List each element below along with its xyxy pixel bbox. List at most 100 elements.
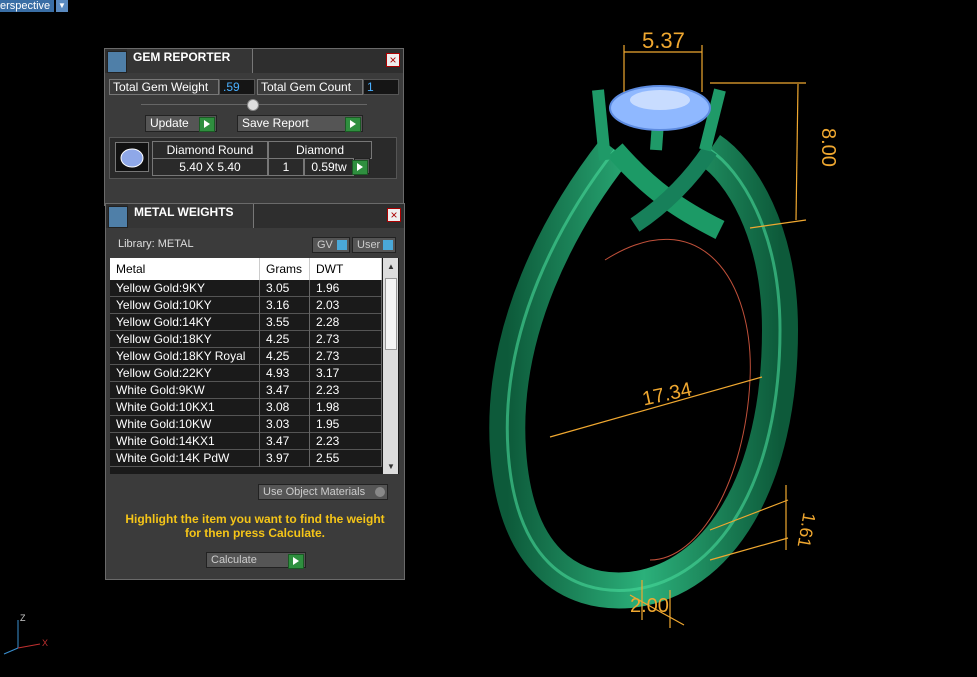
splitter-handle[interactable] [247,99,259,111]
play-icon [288,554,304,569]
dwt-value: 1.95 [310,416,382,433]
gem-weight[interactable]: 0.59tw [304,158,354,176]
table-row[interactable]: White Gold:9KW 3.47 2.23 [110,382,382,399]
total-gem-weight-label: Total Gem Weight [109,79,219,95]
grams-value: 3.03 [260,416,310,433]
ring-render: 5.37 8.00 17.34 1.61 2.00 [489,28,839,628]
scroll-down-icon[interactable]: ▼ [387,462,395,471]
calculate-button[interactable]: Calculate [206,552,306,569]
metal-table: Metal Grams DWT Yellow Gold:9KY 3.05 1.96 Y… [110,258,399,474]
grams-value: 4.25 [260,331,310,348]
metal-name: Yellow Gold:22KY [110,365,260,382]
dwt-value: 1.96 [310,280,382,297]
dimension-top-width: 5.37 [642,28,685,53]
metal-weights-panel: METAL WEIGHTS × Library: METAL GV User M… [105,203,405,580]
metal-name: White Gold:9KW [110,382,260,399]
total-gem-count-field[interactable]: 1 [363,79,399,95]
dimension-height: 8.00 [817,128,839,167]
dwt-value: 2.03 [310,297,382,314]
column-header-grams[interactable]: Grams [260,258,310,280]
dwt-value: 3.17 [310,365,382,382]
metal-name: White Gold:14K PdW [110,450,260,467]
dimension-band-width: 2.00 [630,595,669,617]
metal-name: Yellow Gold:10KY [110,297,260,314]
dwt-value: 2.28 [310,314,382,331]
table-row[interactable]: White Gold:10KW 3.03 1.95 [110,416,382,433]
gem-name[interactable]: Diamond Round [152,141,268,159]
total-gem-count-label: Total Gem Count [257,79,363,95]
close-icon[interactable]: × [386,53,400,67]
dwt-value: 2.55 [310,450,382,467]
gem-material[interactable]: Diamond [268,141,372,159]
total-gem-weight-field[interactable]: .59 [219,79,255,95]
dwt-value: 2.73 [310,331,382,348]
scale-icon [108,206,128,228]
grams-value: 3.97 [260,450,310,467]
metal-name: Yellow Gold:18KY Royal [110,348,260,365]
table-row[interactable]: Yellow Gold:10KY 3.16 2.03 [110,297,382,314]
viewport-dropdown-icon[interactable]: ▼ [56,0,68,12]
grams-value: 3.47 [260,382,310,399]
scroll-up-icon[interactable]: ▲ [387,262,395,271]
scroll-thumb[interactable] [385,278,397,350]
axis-x-label: X [42,638,48,648]
gem-size[interactable]: 5.40 X 5.40 [152,158,268,176]
use-object-materials-label: Use Object Materials [263,486,366,498]
metal-name: Yellow Gold:18KY [110,331,260,348]
calculate-label: Calculate [211,554,257,566]
update-button[interactable]: Update [145,115,217,132]
table-row[interactable]: Yellow Gold:22KY 4.93 3.17 [110,365,382,382]
metal-weights-titlebar[interactable]: METAL WEIGHTS × [106,204,404,228]
metal-name: White Gold:10KW [110,416,260,433]
metal-name: Yellow Gold:14KY [110,314,260,331]
metal-name: White Gold:10KX1 [110,399,260,416]
scrollbar[interactable]: ▲ ▼ [383,258,398,474]
diamond-thumbnail-icon [115,142,149,172]
viewport-label[interactable]: erspective [0,0,55,12]
gem-detail-button[interactable] [352,158,370,175]
grams-value: 3.08 [260,399,310,416]
play-icon [352,160,368,175]
dwt-value: 2.23 [310,382,382,399]
table-row[interactable]: Yellow Gold:14KY 3.55 2.28 [110,314,382,331]
column-header-dwt[interactable]: DWT [310,258,382,280]
close-icon[interactable]: × [387,208,401,222]
metal-name: White Gold:14KX1 [110,433,260,450]
use-object-materials-toggle[interactable]: Use Object Materials [258,484,388,500]
axis-z-label: Z [20,613,26,623]
info-icon [383,240,393,250]
save-report-label: Save Report [242,116,309,130]
dwt-value: 2.23 [310,433,382,450]
dimension-inner-diameter: 17.34 [640,379,694,411]
gem-list: Diamond Round Diamond 5.40 X 5.40 1 0.59… [109,137,397,179]
gem-reporter-titlebar[interactable]: GEM REPORTER × [105,49,403,73]
grams-value: 3.05 [260,280,310,297]
gv-toggle[interactable]: GV [312,237,350,253]
grams-value: 3.47 [260,433,310,450]
play-icon [199,117,215,132]
metal-name: Yellow Gold:9KY [110,280,260,297]
grams-value: 4.25 [260,348,310,365]
save-report-button[interactable]: Save Report [237,115,363,132]
dwt-value: 2.73 [310,348,382,365]
library-label: Library: METAL [118,238,194,250]
table-row[interactable]: White Gold:14K PdW 3.97 2.55 [110,450,382,467]
table-row[interactable]: White Gold:14KX1 3.47 2.23 [110,433,382,450]
info-icon [337,240,347,250]
column-header-metal[interactable]: Metal [110,258,260,280]
grams-value: 3.16 [260,297,310,314]
gem-reporter-panel: GEM REPORTER × Total Gem Weight .59 Tota… [104,48,404,206]
grams-value: 4.93 [260,365,310,382]
hint-text: Highlight the item you want to find the … [125,512,385,540]
table-row[interactable]: Yellow Gold:9KY 3.05 1.96 [110,280,382,297]
table-row[interactable]: Yellow Gold:18KY Royal 4.25 2.73 [110,348,382,365]
axis-gizmo: Z X [3,613,48,655]
grams-value: 3.55 [260,314,310,331]
gem-reporter-title: GEM REPORTER [127,49,253,73]
table-row[interactable]: White Gold:10KX1 3.08 1.98 [110,399,382,416]
user-toggle[interactable]: User [352,237,396,253]
dimension-band-thickness: 1.61 [794,511,820,549]
gem-count[interactable]: 1 [268,158,304,176]
gv-label: GV [317,239,333,251]
table-row[interactable]: Yellow Gold:18KY 4.25 2.73 [110,331,382,348]
